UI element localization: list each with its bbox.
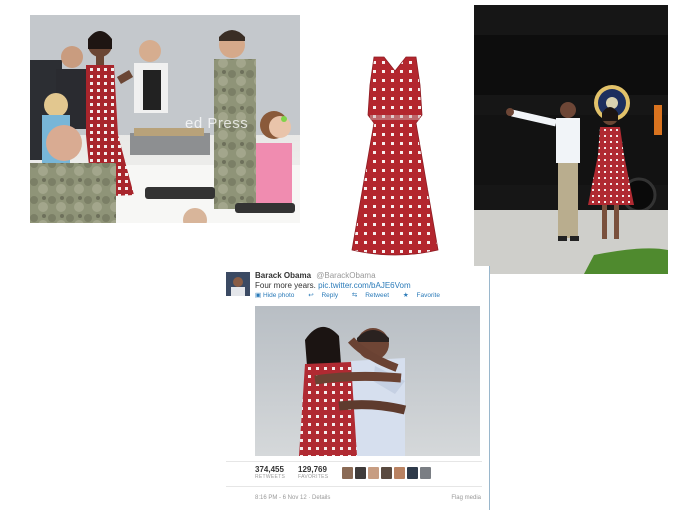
tweet-timestamp[interactable]: 8:16 PM - 6 Nov 12 [255, 495, 307, 501]
avatar[interactable] [368, 467, 379, 479]
tweet-photo-link[interactable]: pic.twitter.com/bAJE6Vom [318, 281, 410, 290]
avatar[interactable] [226, 272, 250, 296]
retweets-label: RETWEETS [255, 474, 286, 480]
avatar[interactable] [342, 467, 353, 479]
tweet-text-prefix: Four more years. [255, 281, 316, 290]
reply-icon: ↩ [308, 292, 314, 299]
avatar[interactable] [407, 467, 418, 479]
photo-watermark: ed Press [185, 115, 249, 132]
flag-media-link[interactable]: Flag media [451, 495, 481, 501]
divider [226, 461, 482, 462]
author-handle[interactable]: @BarackObama [316, 271, 375, 280]
tweet-actions: ▣ Hide photo ↩ Reply ⇆ Retweet ★ Favorit… [255, 291, 452, 299]
hide-photo-label: Hide photo [262, 292, 295, 299]
reply-button[interactable]: ↩ Reply [308, 292, 344, 299]
favorite-button[interactable]: ★ Favorite [403, 292, 446, 299]
retweets-stat[interactable]: 374,455 RETWEETS [255, 465, 285, 480]
photo-event: ed Press [30, 15, 300, 223]
retweet-icon: ⇆ [351, 292, 358, 299]
dress-icon [351, 56, 439, 256]
reply-label: Reply [321, 292, 339, 299]
tweet-meta: 8:16 PM - 6 Nov 12 · Details [255, 495, 330, 501]
meta-separator: · [308, 495, 311, 501]
avatar[interactable] [394, 467, 405, 479]
author-name[interactable]: Barack Obama [255, 271, 311, 280]
star-icon: ★ [402, 292, 409, 299]
tweet-author[interactable]: Barack Obama @BarackObama [255, 271, 376, 280]
favorite-label: Favorite [416, 292, 440, 299]
favorites-stat[interactable]: 129,769 FAVORITES [298, 465, 328, 480]
avatar[interactable] [381, 467, 392, 479]
photo-dress-product [340, 55, 450, 265]
retweet-label: Retweet [365, 292, 390, 299]
tweet-photo-illustration [255, 306, 480, 456]
favorites-count: 129,769 [298, 465, 327, 474]
details-link[interactable]: Details [312, 495, 330, 501]
tweet-photo[interactable] [255, 306, 480, 456]
photo-bus-illustration [474, 5, 668, 274]
avatar[interactable] [420, 467, 431, 479]
photo-bus-scene [474, 5, 668, 274]
retweets-count: 374,455 [255, 465, 284, 474]
hide-photo-button[interactable]: ▣ Hide photo [255, 292, 300, 299]
divider [226, 486, 482, 487]
tweet-card: Barack Obama @BarackObama Four more year… [222, 266, 490, 510]
avatar[interactable] [355, 467, 366, 479]
photo-event-illustration [30, 15, 300, 223]
favorites-label: FAVORITES [298, 474, 329, 480]
retweet-button[interactable]: ⇆ Retweet [352, 292, 395, 299]
tweet-text: Four more years. pic.twitter.com/bAJE6Vo… [255, 281, 411, 290]
